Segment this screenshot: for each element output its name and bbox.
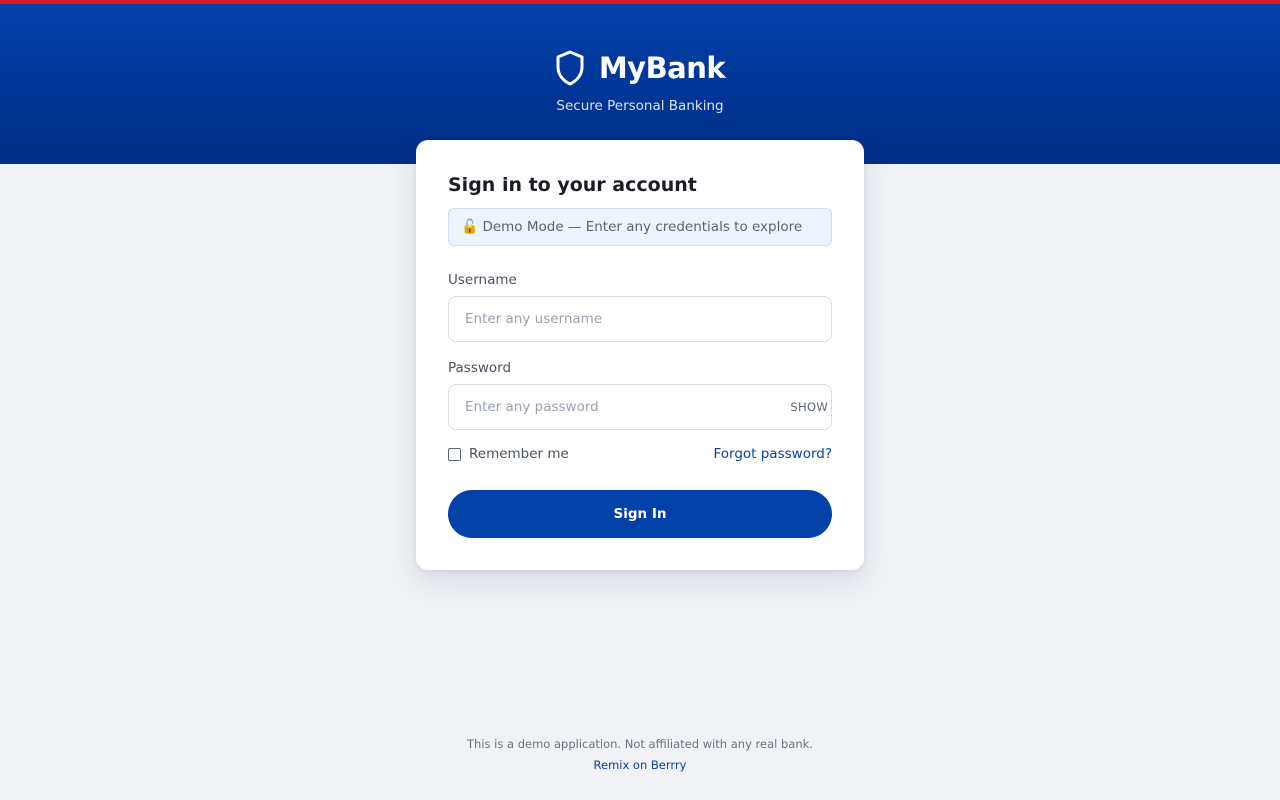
username-input[interactable] — [448, 296, 832, 342]
footer-link-wrapper: Remix on Berrry — [0, 758, 1280, 772]
footer-disclaimer: This is a demo application. Not affiliat… — [467, 737, 813, 751]
password-label: Password — [448, 360, 512, 376]
brand-header: MyBank — [0, 50, 1280, 86]
demo-mode-text: Demo Mode — Enter any credentials to exp… — [482, 219, 803, 235]
login-card: Sign in to your account 🔓 Demo Mode — En… — [416, 140, 864, 570]
brand-tagline: Secure Personal Banking — [556, 98, 724, 114]
lock-open-icon: 🔓 — [461, 219, 479, 235]
sign-in-button[interactable]: Sign In — [448, 490, 832, 538]
show-password-toggle[interactable]: SHOW — [768, 384, 828, 430]
remember-me-label: Remember me — [469, 446, 569, 462]
demo-mode-banner: 🔓 Demo Mode — Enter any credentials to e… — [448, 208, 832, 246]
remix-link[interactable]: Remix on Berrry — [594, 758, 687, 772]
brand-name: MyBank — [598, 51, 726, 85]
username-label: Username — [448, 272, 517, 288]
forgot-password-link[interactable]: Forgot password? — [713, 446, 832, 462]
remember-me[interactable]: Remember me — [448, 446, 569, 462]
login-title: Sign in to your account — [448, 174, 697, 196]
shield-icon — [555, 50, 585, 86]
remember-me-checkbox[interactable] — [448, 447, 461, 461]
